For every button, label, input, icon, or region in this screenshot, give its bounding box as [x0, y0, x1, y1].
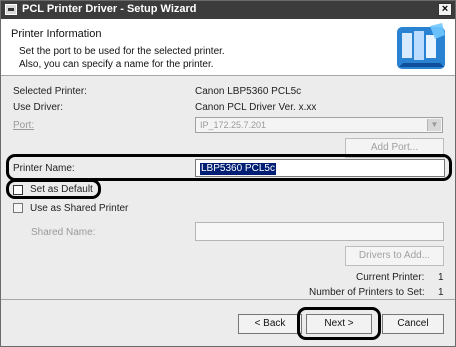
description-line-1: Set the port to be used for the selected…	[19, 46, 225, 57]
printer-name-input[interactable]: LBP5360 PCL5c	[195, 159, 445, 177]
cancel-button[interactable]: Cancel	[382, 314, 444, 334]
footer-separator	[1, 299, 455, 300]
port-select[interactable]: IP_172.25.7.201 ▼	[195, 117, 443, 133]
chevron-down-icon[interactable]: ▼	[427, 119, 441, 131]
next-button[interactable]: Next >	[306, 314, 372, 334]
close-button[interactable]: ×	[438, 3, 452, 16]
shared-name-input[interactable]	[195, 222, 444, 241]
page-description: Set the port to be used for the selected…	[19, 45, 359, 71]
shared-printer-label: Use as Shared Printer	[30, 203, 129, 214]
selected-printer-value: Canon LBP5360 PCL5c	[195, 86, 302, 97]
drivers-to-add-button[interactable]: Drivers to Add...	[345, 246, 444, 266]
printers-to-set-value: 1	[438, 287, 444, 298]
port-value: IP_172.25.7.201	[200, 120, 267, 130]
printer-setup-icon	[397, 23, 445, 69]
port-label: Port:	[13, 120, 35, 131]
current-printer-value: 1	[438, 272, 444, 283]
selected-printer-label: Selected Printer:	[13, 86, 87, 97]
set-default-label: Set as Default	[30, 184, 93, 195]
shared-printer-checkbox[interactable]	[13, 203, 23, 213]
page-title: Printer Information	[11, 28, 102, 40]
add-port-button[interactable]: Add Port...	[345, 138, 444, 158]
set-default-checkbox[interactable]	[13, 185, 23, 195]
current-printer-label: Current Printer:	[356, 272, 425, 283]
shared-name-label: Shared Name:	[31, 227, 96, 238]
printer-name-label: Printer Name:	[13, 163, 75, 174]
back-button[interactable]: < Back	[238, 314, 302, 334]
window-title: PCL Printer Driver - Setup Wizard	[22, 3, 197, 15]
use-driver-value: Canon PCL Driver Ver. x.xx	[195, 102, 317, 113]
printers-to-set-label: Number of Printers to Set:	[309, 287, 425, 298]
use-driver-label: Use Driver:	[13, 102, 64, 113]
wizard-header: Printer Information Set the port to be u…	[1, 19, 455, 76]
setup-wizard-window: PCL Printer Driver - Setup Wizard × Prin…	[0, 0, 456, 347]
title-bar: PCL Printer Driver - Setup Wizard ×	[1, 1, 455, 19]
printer-name-value: LBP5360 PCL5c	[200, 163, 276, 175]
printer-app-icon	[5, 4, 17, 15]
description-line-2: Also, you can specify a name for the pri…	[19, 59, 214, 70]
